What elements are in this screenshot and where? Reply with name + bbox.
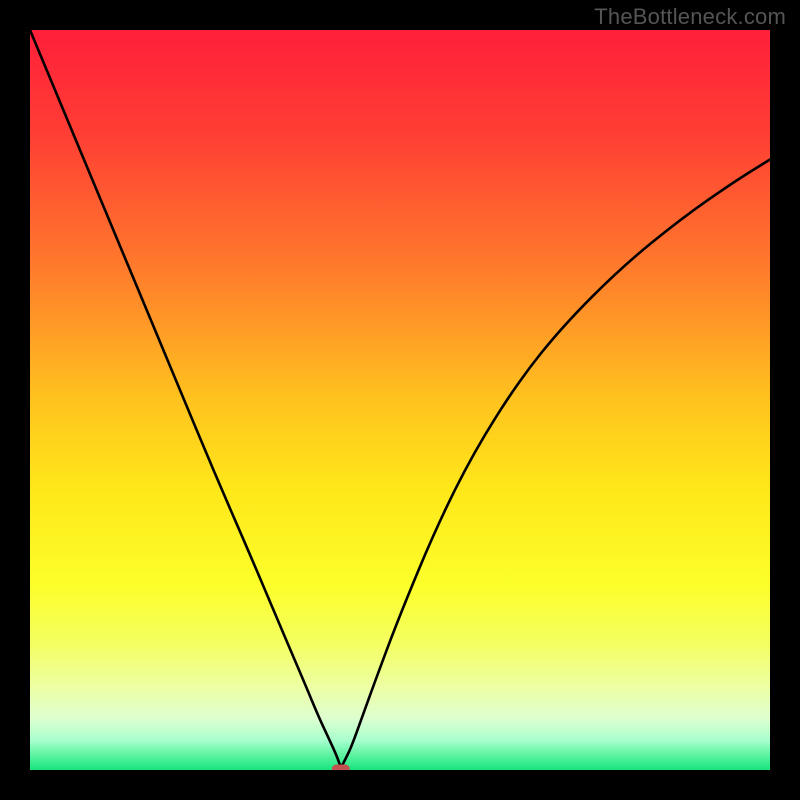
bottleneck-chart [30, 30, 770, 770]
gradient-background [30, 30, 770, 770]
watermark-text: TheBottleneck.com [594, 4, 786, 30]
min-point-marker [332, 765, 350, 771]
